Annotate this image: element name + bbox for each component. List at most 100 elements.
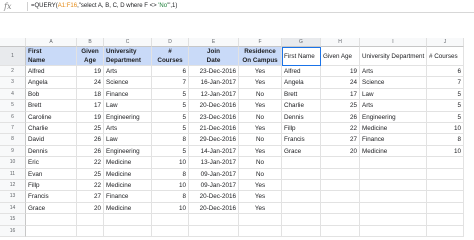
cell-query-first-name[interactable] (282, 214, 321, 226)
cell-given-age[interactable]: 26 (77, 145, 104, 158)
cell-query-courses[interactable] (427, 191, 464, 203)
cell-department[interactable]: Law (104, 134, 152, 146)
cell-first-name[interactable]: Brett (26, 100, 77, 112)
cell-department[interactable]: Science (104, 77, 152, 89)
cell-courses[interactable]: 10 (152, 157, 189, 169)
cell-first-name[interactable]: Caroline (26, 111, 77, 123)
cell-query-given-age[interactable] (321, 225, 360, 237)
cell-courses[interactable]: 5 (152, 88, 189, 101)
cell-on-campus[interactable]: No (239, 168, 282, 180)
cell-query-department[interactable] (360, 157, 427, 169)
cell-query-given-age[interactable]: 19 (321, 66, 360, 78)
cell-on-campus[interactable]: No (239, 88, 282, 101)
cell-first-name[interactable] (26, 225, 77, 237)
cell-query-first-name[interactable]: Brett (282, 88, 321, 101)
cell-query-first-name[interactable] (282, 168, 321, 180)
cell-first-name[interactable]: David (26, 134, 77, 146)
cell-department[interactable] (104, 225, 152, 237)
cell-first-name[interactable]: Alfred (26, 66, 77, 78)
row-number[interactable]: 1 (0, 47, 26, 66)
cell-given-age[interactable]: 19 (77, 66, 104, 78)
cell-query-first-name[interactable] (282, 225, 321, 237)
cell-courses[interactable]: 8 (152, 191, 189, 203)
cell-first-name[interactable]: Angela (26, 77, 77, 89)
cell-courses[interactable]: 5 (152, 145, 189, 158)
cell-courses[interactable]: 10 (152, 180, 189, 192)
header-courses[interactable]: # Courses (152, 47, 189, 66)
cell-first-name[interactable]: Bob (26, 88, 77, 101)
cell-on-campus[interactable]: Yes (239, 77, 282, 89)
cell-query-first-name[interactable]: Charlie (282, 100, 321, 112)
cell-query-department[interactable]: Medicine (360, 145, 427, 158)
cell-query-courses[interactable]: 6 (427, 66, 464, 78)
cell-query-first-name[interactable] (282, 191, 321, 203)
cell-given-age[interactable] (77, 225, 104, 237)
header-department[interactable]: University Department (104, 47, 152, 66)
cell-query-department[interactable]: Science (360, 77, 427, 89)
cell-query-department[interactable] (360, 225, 427, 237)
cell-query-first-name[interactable] (282, 202, 321, 215)
row-number[interactable]: 10 (0, 157, 26, 169)
cell-department[interactable]: Medicine (104, 157, 152, 169)
query-header-first-name[interactable]: First Name (282, 47, 321, 66)
cell-query-department[interactable]: Medicine (360, 123, 427, 135)
cell-given-age[interactable]: 22 (77, 180, 104, 192)
cell-query-courses[interactable] (427, 202, 464, 215)
cell-query-first-name[interactable]: Francis (282, 134, 321, 146)
cell-on-campus[interactable]: Yes (239, 66, 282, 78)
cell-department[interactable]: Engineering (104, 145, 152, 158)
cell-first-name[interactable]: Grace (26, 202, 77, 215)
cell-query-department[interactable] (360, 180, 427, 192)
cell-on-campus[interactable] (239, 214, 282, 226)
cell-given-age[interactable]: 25 (77, 123, 104, 135)
cell-first-name[interactable]: Evan (26, 168, 77, 180)
cell-query-given-age[interactable]: 20 (321, 145, 360, 158)
cell-given-age[interactable]: 18 (77, 88, 104, 101)
column-header-d[interactable]: D (152, 38, 189, 47)
cell-department[interactable] (104, 214, 152, 226)
column-header-i[interactable]: I (360, 38, 427, 47)
cell-department[interactable]: Arts (104, 123, 152, 135)
cell-first-name[interactable] (26, 214, 77, 226)
row-number[interactable]: 4 (0, 88, 26, 101)
cell-department[interactable]: Medicine (104, 168, 152, 180)
cell-query-given-age[interactable]: 17 (321, 88, 360, 101)
cell-courses[interactable]: 5 (152, 123, 189, 135)
header-join-date[interactable]: Join Date (189, 47, 239, 66)
cell-courses[interactable]: 8 (152, 168, 189, 180)
cell-first-name[interactable]: Dennis (26, 145, 77, 158)
cell-department[interactable]: Arts (104, 66, 152, 78)
cell-department[interactable]: Finance (104, 191, 152, 203)
cell-courses[interactable]: 7 (152, 77, 189, 89)
cell-query-first-name[interactable] (282, 157, 321, 169)
cell-first-name[interactable]: Francis (26, 191, 77, 203)
cell-query-courses[interactable] (427, 180, 464, 192)
cell-courses[interactable]: 5 (152, 111, 189, 123)
row-number[interactable]: 2 (0, 66, 26, 78)
cell-query-courses[interactable]: 10 (427, 123, 464, 135)
cell-query-given-age[interactable]: 27 (321, 134, 360, 146)
row-number[interactable]: 9 (0, 145, 26, 158)
header-given-age[interactable]: Given Age (77, 47, 104, 66)
cell-query-first-name[interactable]: Grace (282, 145, 321, 158)
cell-join-date[interactable]: 14-Jan-2017 (189, 145, 239, 158)
cell-on-campus[interactable]: Yes (239, 123, 282, 135)
cell-query-courses[interactable] (427, 157, 464, 169)
row-number[interactable]: 14 (0, 202, 26, 215)
cell-query-given-age[interactable] (321, 214, 360, 226)
cell-join-date[interactable]: 23-Dec-2016 (189, 66, 239, 78)
cell-department[interactable]: Law (104, 100, 152, 112)
cell-department[interactable]: Engineering (104, 111, 152, 123)
query-header-department[interactable]: University Department (360, 47, 427, 66)
cell-department[interactable]: Finance (104, 88, 152, 101)
cell-on-campus[interactable]: Yes (239, 100, 282, 112)
cell-given-age[interactable]: 25 (77, 168, 104, 180)
cell-given-age[interactable]: 24 (77, 77, 104, 89)
query-header-courses[interactable]: # Courses (427, 47, 464, 66)
cell-join-date[interactable]: 13-Jan-2017 (189, 157, 239, 169)
column-header-b[interactable]: B (77, 38, 104, 47)
cell-query-given-age[interactable] (321, 202, 360, 215)
cell-first-name[interactable]: Fillp (26, 180, 77, 192)
row-number[interactable]: 6 (0, 111, 26, 123)
row-number[interactable]: 15 (0, 214, 26, 226)
